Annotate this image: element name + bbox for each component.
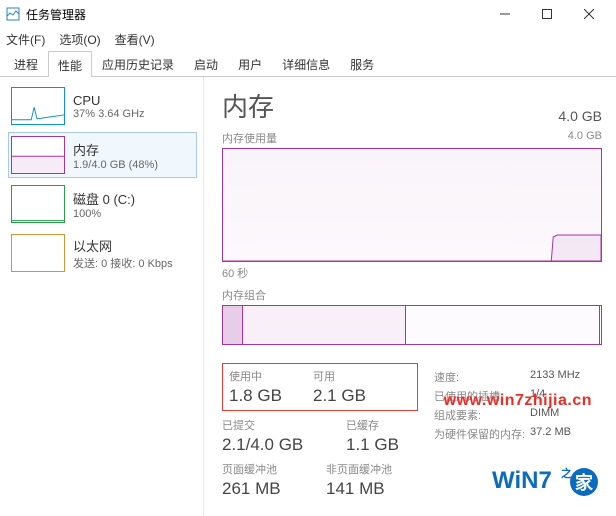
spec-key-form: 组成要素: — [434, 407, 530, 423]
sidebar-item-label: CPU — [73, 93, 145, 108]
tab-startup[interactable]: 启动 — [184, 50, 228, 76]
sidebar-item-stat: 37% 3.64 GHz — [73, 108, 145, 120]
composition-seg-inuse — [243, 306, 407, 344]
spec-key-reserved: 为硬件保留的内存: — [434, 426, 530, 442]
cpu-thumb — [11, 87, 65, 125]
sidebar-item-ethernet[interactable]: 以太网发送: 0 接收: 0 Kbps — [8, 230, 197, 276]
composition-label: 内存组合 — [222, 287, 266, 303]
tab-details[interactable]: 详细信息 — [272, 50, 340, 76]
sidebar-item-stat: 1.9/4.0 GB (48%) — [73, 159, 158, 171]
spec-val-speed: 2133 MHz — [530, 369, 580, 385]
memory-composition-graph[interactable] — [222, 305, 602, 345]
time-axis: 60 秒 — [222, 265, 602, 281]
tab-processes[interactable]: 进程 — [4, 50, 48, 76]
graph-max: 4.0 GB — [568, 130, 602, 146]
menu-file[interactable]: 文件(F) — [6, 31, 45, 48]
sidebar-item-disk[interactable]: 磁盘 0 (C:)100% — [8, 181, 197, 227]
memory-total: 4.0 GB — [558, 108, 602, 124]
composition-seg-free — [600, 306, 601, 344]
metric-value-paged: 261 MB — [222, 479, 314, 499]
sidebar-item-stat: 发送: 0 接收: 0 Kbps — [73, 255, 173, 271]
sidebar-item-label: 内存 — [73, 140, 158, 159]
sidebar-item-cpu[interactable]: CPU37% 3.64 GHz — [8, 83, 197, 129]
tab-performance[interactable]: 性能 — [48, 51, 92, 77]
metric-label-nonpaged: 非页面缓冲池 — [326, 461, 398, 477]
metric-label-commit: 已提交 — [222, 417, 334, 433]
tab-strip: 进程 性能 应用历史记录 启动 用户 详细信息 服务 — [0, 50, 616, 77]
metric-value-nonpaged: 141 MB — [326, 479, 398, 499]
tab-services[interactable]: 服务 — [340, 50, 384, 76]
close-button[interactable] — [568, 0, 610, 28]
sidebar-item-memory[interactable]: 内存1.9/4.0 GB (48%) — [8, 132, 197, 178]
page-title: 内存 — [222, 87, 274, 124]
menu-view[interactable]: 查看(V) — [115, 31, 155, 48]
sidebar: CPU37% 3.64 GHz 内存1.9/4.0 GB (48%) 磁盘 0 … — [0, 77, 204, 516]
memory-thumb — [11, 136, 65, 174]
tab-users[interactable]: 用户 — [228, 50, 272, 76]
metric-value-inuse: 1.8 GB — [229, 386, 301, 406]
sidebar-item-stat: 100% — [73, 208, 135, 220]
spec-val-reserved: 37.2 MB — [530, 426, 571, 442]
sidebar-item-label: 以太网 — [73, 236, 173, 255]
tab-app-history[interactable]: 应用历史记录 — [92, 50, 184, 76]
memory-usage-graph[interactable] — [222, 148, 602, 262]
main-panel: 内存 4.0 GB 内存使用量 4.0 GB 60 秒 内存组合 使用中 — [204, 77, 616, 516]
titlebar: 任务管理器 — [0, 0, 616, 28]
metric-value-avail: 2.1 GB — [313, 386, 385, 406]
metric-label-avail: 可用 — [313, 368, 385, 384]
memory-specs: 速度:2133 MHz 已使用的插槽:1/4 组成要素:DIMM 为硬件保留的内… — [434, 369, 580, 499]
spec-key-speed: 速度: — [434, 369, 530, 385]
composition-seg-reserved — [223, 306, 243, 344]
spec-val-slots: 1/4 — [530, 388, 545, 404]
menubar: 文件(F) 选项(O) 查看(V) — [0, 28, 616, 50]
composition-seg-standby — [406, 306, 600, 344]
sidebar-item-label: 磁盘 0 (C:) — [73, 189, 135, 208]
highlighted-metrics: 使用中 1.8 GB 可用 2.1 GB — [222, 363, 418, 411]
disk-thumb — [11, 185, 65, 223]
ethernet-thumb — [11, 234, 65, 272]
metric-label-cached: 已缓存 — [346, 417, 418, 433]
graph-label: 内存使用量 — [222, 130, 277, 146]
app-icon — [6, 7, 20, 21]
spec-val-form: DIMM — [530, 407, 559, 423]
metric-value-cached: 1.1 GB — [346, 435, 418, 455]
window-title: 任务管理器 — [26, 6, 86, 23]
spec-key-slots: 已使用的插槽: — [434, 388, 530, 404]
metric-label-inuse: 使用中 — [229, 368, 301, 384]
menu-options[interactable]: 选项(O) — [59, 31, 100, 48]
metric-label-paged: 页面缓冲池 — [222, 461, 314, 477]
maximize-button[interactable] — [526, 0, 568, 28]
minimize-button[interactable] — [484, 0, 526, 28]
metric-value-commit: 2.1/4.0 GB — [222, 435, 334, 455]
